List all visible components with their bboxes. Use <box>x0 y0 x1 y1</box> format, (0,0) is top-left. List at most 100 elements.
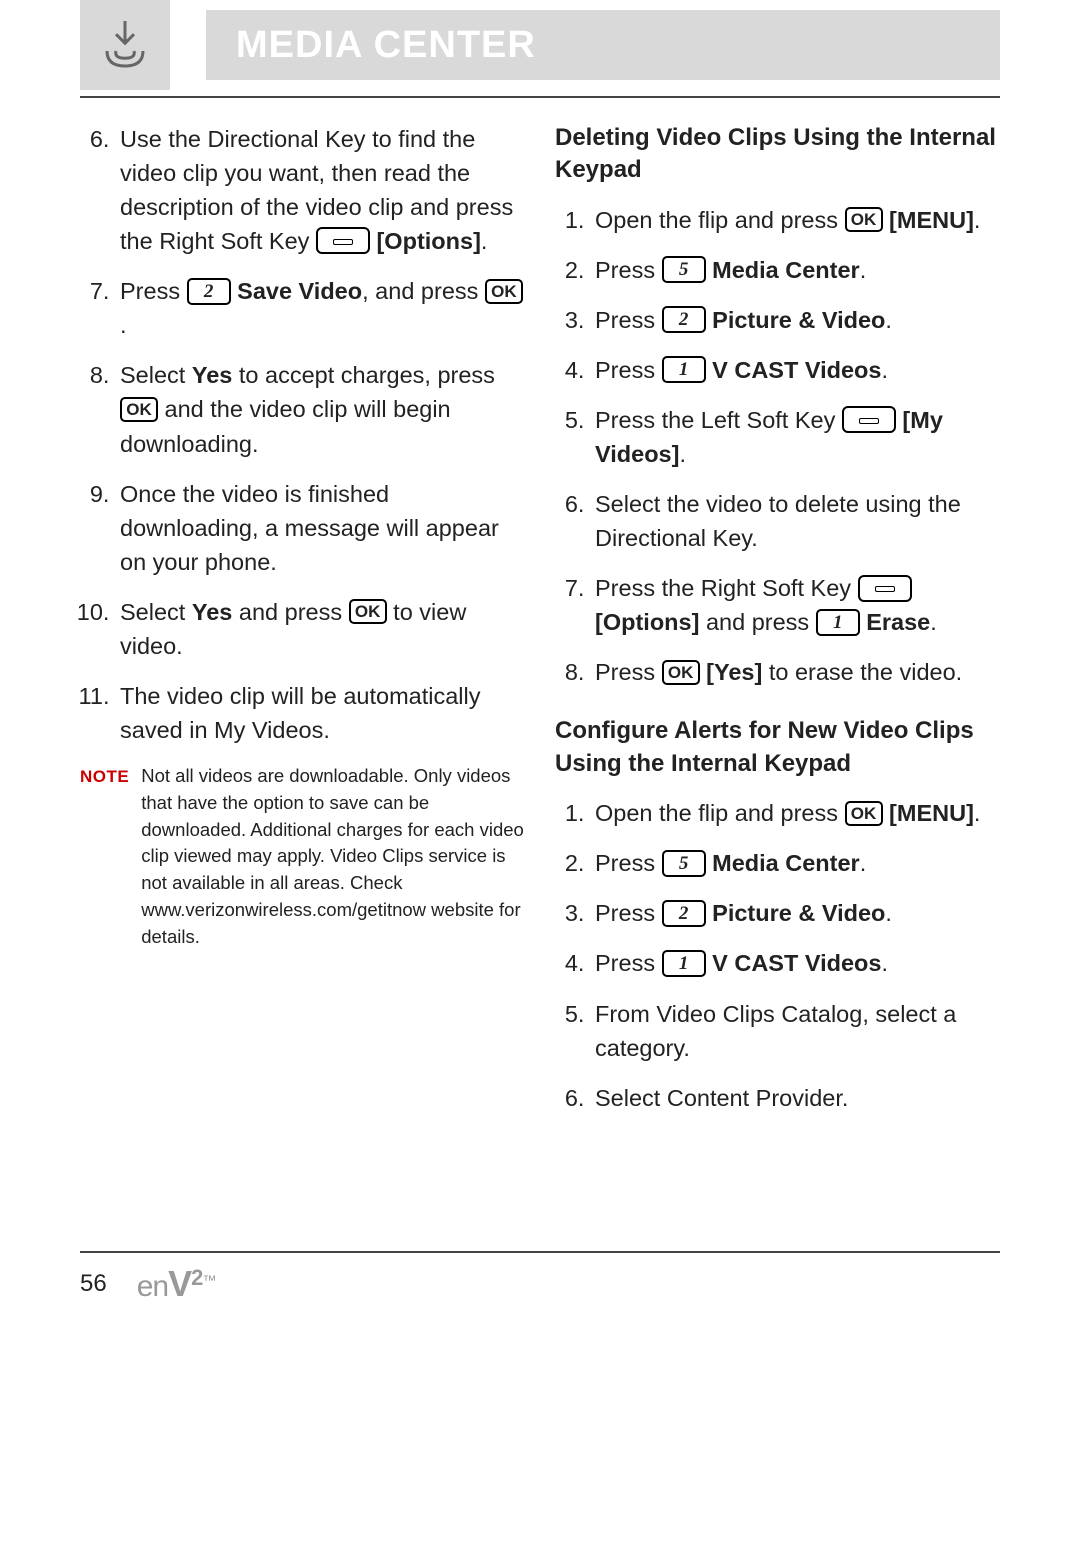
left-step-7: Press 2 Save Video, and press OK. <box>116 274 525 342</box>
s2-step-4: Press 1 V CAST Videos. <box>591 946 1000 980</box>
page-footer: 56 enV2™ <box>80 1251 1000 1305</box>
left-step-6: Use the Directional Key to find the vide… <box>116 122 525 258</box>
content-columns: Use the Directional Key to find the vide… <box>80 122 1000 1131</box>
ok-key-icon: OK <box>662 660 700 685</box>
text-bold: [Options] <box>595 609 699 635</box>
soft-key-icon <box>858 575 912 602</box>
text: Press <box>595 850 662 876</box>
text: . <box>974 800 981 826</box>
note-block: NOTE Not all videos are downloadable. On… <box>80 763 525 951</box>
text-bold: Erase <box>866 609 930 635</box>
text: and the video clip will begin downloadin… <box>120 396 451 456</box>
text: Once the video is finished downloading, … <box>120 481 499 575</box>
header-rule <box>80 96 1000 98</box>
page-container: MEDIA CENTER Use the Directional Key to … <box>0 0 1080 1305</box>
left-step-8: Select Yes to accept charges, press OK a… <box>116 358 525 460</box>
s1-step-8: Press OK [Yes] to erase the video. <box>591 655 1000 689</box>
text: . <box>885 307 892 333</box>
ok-key-icon: OK <box>120 397 158 422</box>
text: Select the video to delete using the Dir… <box>595 491 961 551</box>
text: Press <box>595 257 662 283</box>
s2-step-6: Select Content Provider. <box>591 1081 1000 1115</box>
text: Press <box>595 900 662 926</box>
text-bold: V CAST Videos <box>712 357 881 383</box>
soft-key-icon <box>842 406 896 433</box>
text: . <box>881 950 888 976</box>
left-step-10: Select Yes and press OK to view video. <box>116 595 525 663</box>
text: Press <box>595 950 662 976</box>
text: Open the flip and press <box>595 800 845 826</box>
key-1-icon: 1 <box>816 609 860 636</box>
section1-heading: Deleting Video Clips Using the Internal … <box>555 122 1000 187</box>
page-title: MEDIA CENTER <box>206 10 1000 80</box>
key-1-icon: 1 <box>662 950 706 977</box>
text-bold: Media Center <box>712 850 860 876</box>
text: Open the flip and press <box>595 207 845 233</box>
s2-step-1: Open the flip and press OK [MENU]. <box>591 796 1000 830</box>
text-bold: Save Video <box>237 278 362 304</box>
s1-step-4: Press 1 V CAST Videos. <box>591 353 1000 387</box>
left-step-11: The video clip will be automatically sav… <box>116 679 525 747</box>
text: . <box>885 900 892 926</box>
text: The video clip will be automatically sav… <box>120 683 481 743</box>
section2-heading: Configure Alerts for New Video Clips Usi… <box>555 715 1000 780</box>
key-2-icon: 2 <box>662 306 706 333</box>
text: Select <box>120 362 192 388</box>
text: Press <box>595 357 662 383</box>
s2-step-3: Press 2 Picture & Video. <box>591 896 1000 930</box>
page-number: 56 <box>80 1270 107 1298</box>
text: . <box>974 207 981 233</box>
ok-key-icon: OK <box>845 207 883 232</box>
download-hand-icon <box>80 0 170 90</box>
text: . <box>881 357 888 383</box>
text-bold: [Yes] <box>706 659 762 685</box>
note-text: Not all videos are downloadable. Only vi… <box>141 763 525 951</box>
text: Press the Left Soft Key <box>595 407 842 433</box>
text-bold: [MENU] <box>889 207 974 233</box>
s1-step-2: Press 5 Media Center. <box>591 253 1000 287</box>
note-label: NOTE <box>80 763 129 951</box>
left-steps: Use the Directional Key to find the vide… <box>80 122 525 747</box>
text: . <box>679 441 686 467</box>
soft-key-icon <box>316 227 370 254</box>
s1-step-7: Press the Right Soft Key [Options] and p… <box>591 571 1000 639</box>
s1-step-1: Open the flip and press OK [MENU]. <box>591 203 1000 237</box>
key-1-icon: 1 <box>662 356 706 383</box>
text-bold: Yes <box>192 362 233 388</box>
text: Press the Right Soft Key <box>595 575 858 601</box>
text: Press <box>595 659 662 685</box>
text: . <box>860 850 867 876</box>
s2-step-2: Press 5 Media Center. <box>591 846 1000 880</box>
text: and press <box>232 599 348 625</box>
text: , and press <box>362 278 485 304</box>
key-5-icon: 5 <box>662 850 706 877</box>
env2-logo: enV2™ <box>137 1263 216 1305</box>
page-header: MEDIA CENTER <box>80 0 1000 90</box>
right-column: Deleting Video Clips Using the Internal … <box>555 122 1000 1131</box>
text-bold: V CAST Videos <box>712 950 881 976</box>
text-bold: Picture & Video <box>712 307 885 333</box>
text: . <box>930 609 937 635</box>
text: From Video Clips Catalog, select a categ… <box>595 1001 956 1061</box>
ok-key-icon: OK <box>845 801 883 826</box>
ok-key-icon: OK <box>485 279 523 304</box>
text-bold: [Options] <box>376 228 480 254</box>
text: Select <box>120 599 192 625</box>
s1-step-6: Select the video to delete using the Dir… <box>591 487 1000 555</box>
logo-en: en <box>137 1270 168 1303</box>
section1-steps: Open the flip and press OK [MENU]. Press… <box>555 203 1000 690</box>
text: Press <box>120 278 187 304</box>
text: to accept charges, press <box>232 362 495 388</box>
text-bold: Yes <box>192 599 233 625</box>
s1-step-5: Press the Left Soft Key [My Videos]. <box>591 403 1000 471</box>
left-column: Use the Directional Key to find the vide… <box>80 122 525 1131</box>
ok-key-icon: OK <box>349 599 387 624</box>
text: . <box>481 228 488 254</box>
key-2-icon: 2 <box>662 900 706 927</box>
s2-step-5: From Video Clips Catalog, select a categ… <box>591 997 1000 1065</box>
logo-tm: ™ <box>202 1272 215 1288</box>
text-bold: Media Center <box>712 257 860 283</box>
text: and press <box>699 609 815 635</box>
section2-steps: Open the flip and press OK [MENU]. Press… <box>555 796 1000 1114</box>
text: . <box>120 312 127 338</box>
